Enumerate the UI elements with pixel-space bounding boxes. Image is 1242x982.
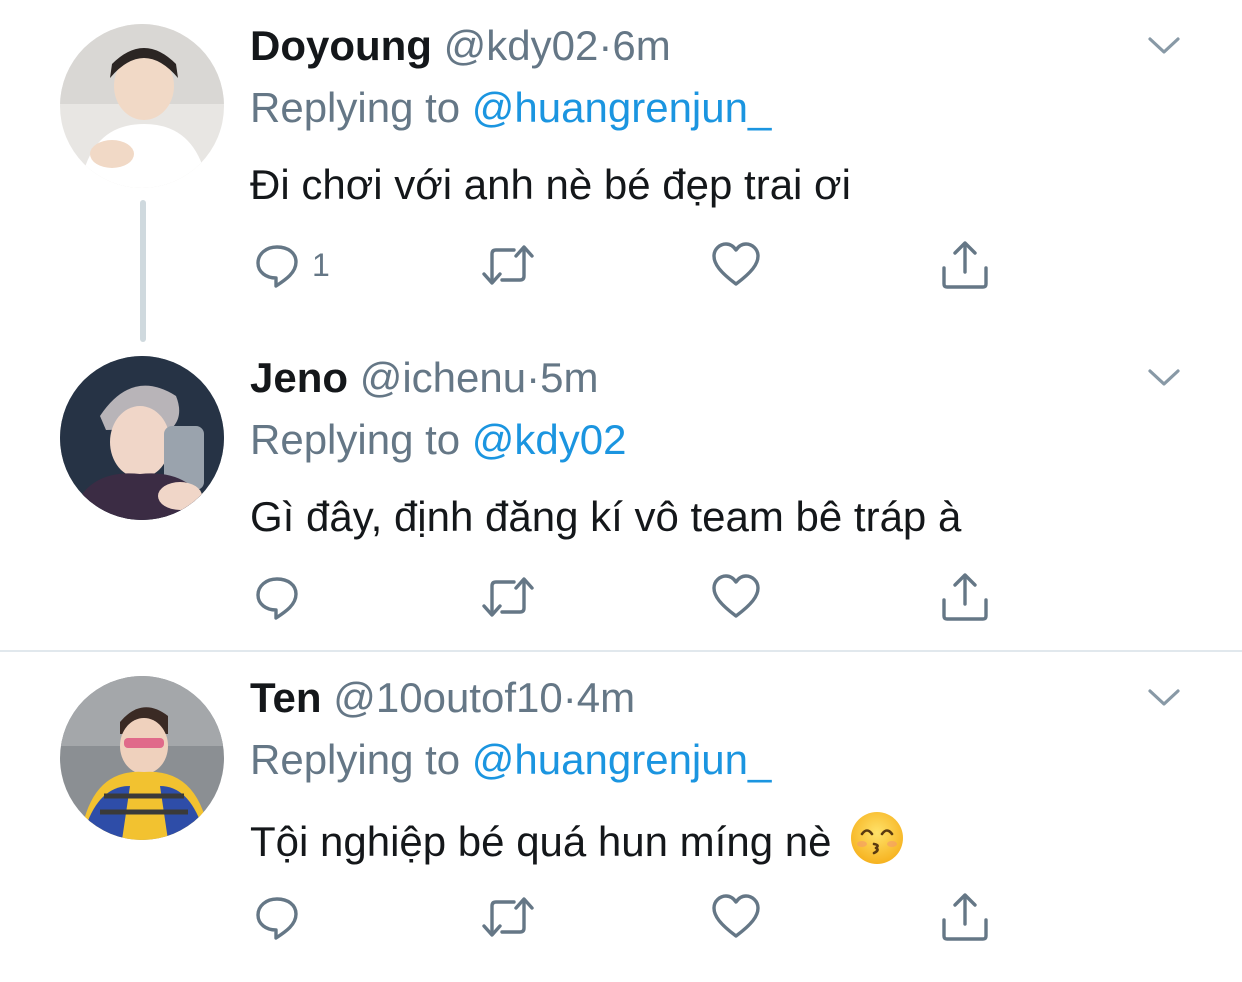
tweet[interactable]: Jeno @ichenu·5m Replying to @kdy02 Gì đâ… bbox=[0, 332, 1242, 650]
reply-icon bbox=[256, 577, 298, 620]
tweet-text: Tội nghiệp bé quá hun míng nè bbox=[250, 818, 832, 865]
like-button[interactable] bbox=[710, 570, 762, 624]
share-button[interactable] bbox=[938, 238, 992, 292]
username-handle[interactable]: @ichenu bbox=[360, 354, 526, 401]
timestamp[interactable]: 6m bbox=[612, 22, 670, 69]
tweet[interactable]: Ten @10outof10·4m Replying to @huangrenj… bbox=[0, 652, 1242, 982]
share-button[interactable] bbox=[938, 890, 992, 944]
replying-to-line: Replying to @huangrenjun_ bbox=[250, 734, 771, 786]
like-button[interactable] bbox=[710, 890, 762, 944]
tweet-header: Doyoung @kdy02·6m bbox=[250, 20, 671, 72]
tweet[interactable]: Doyoung @kdy02·6m Replying to @huangrenj… bbox=[0, 0, 1242, 330]
separator-dot: · bbox=[598, 22, 613, 69]
retweet-button[interactable] bbox=[480, 570, 536, 624]
tweet-header: Jeno @ichenu·5m bbox=[250, 352, 598, 404]
reply-icon bbox=[256, 897, 298, 940]
display-name[interactable]: Jeno bbox=[250, 354, 348, 401]
username-handle[interactable]: @10outof10 bbox=[333, 674, 562, 721]
replying-to-link[interactable]: @kdy02 bbox=[472, 416, 627, 463]
chevron-down-icon[interactable] bbox=[1144, 362, 1184, 392]
username-handle[interactable]: @kdy02 bbox=[444, 22, 599, 69]
replying-to-label: Replying to bbox=[250, 84, 461, 131]
avatar[interactable] bbox=[60, 676, 224, 840]
display-name[interactable]: Ten bbox=[250, 674, 322, 721]
kissing-face-emoji bbox=[851, 812, 904, 864]
replying-to-label: Replying to bbox=[250, 416, 461, 463]
tweet-text: Đi chơi với anh nè bé đẹp trai ơi bbox=[250, 161, 851, 208]
like-button[interactable] bbox=[710, 238, 762, 292]
reply-button[interactable] bbox=[252, 570, 312, 624]
chevron-down-icon[interactable] bbox=[1144, 682, 1184, 712]
replying-to-line: Replying to @kdy02 bbox=[250, 414, 627, 466]
replying-to-link[interactable]: @huangrenjun_ bbox=[472, 736, 772, 783]
reply-icon bbox=[256, 245, 298, 288]
separator-dot: · bbox=[526, 354, 541, 401]
display-name[interactable]: Doyoung bbox=[250, 22, 432, 69]
timestamp[interactable]: 5m bbox=[540, 354, 598, 401]
like-icon bbox=[712, 242, 760, 286]
replying-to-label: Replying to bbox=[250, 736, 461, 783]
replying-to-link[interactable]: @huangrenjun_ bbox=[472, 84, 772, 131]
retweet-icon bbox=[482, 577, 534, 617]
like-icon bbox=[712, 574, 760, 618]
retweet-button[interactable] bbox=[480, 238, 536, 292]
reply-button[interactable]: 1 bbox=[252, 238, 330, 292]
avatar[interactable] bbox=[60, 24, 224, 188]
reply-button[interactable] bbox=[252, 890, 312, 944]
like-icon bbox=[712, 894, 760, 938]
share-button[interactable] bbox=[938, 570, 992, 624]
tweet-body: Tội nghiệp bé quá hun míng nè bbox=[250, 810, 905, 869]
retweet-button[interactable] bbox=[480, 890, 536, 944]
avatar[interactable] bbox=[60, 356, 224, 520]
share-icon bbox=[942, 893, 988, 941]
timestamp[interactable]: 4m bbox=[577, 674, 635, 721]
tweet-text: Gì đây, định đăng kí vô team bê tráp à bbox=[250, 493, 962, 540]
retweet-icon bbox=[482, 245, 534, 285]
separator-dot: · bbox=[562, 674, 577, 721]
share-icon bbox=[942, 573, 988, 621]
reply-count: 1 bbox=[312, 246, 330, 283]
replying-to-line: Replying to @huangrenjun_ bbox=[250, 82, 771, 134]
tweet-header: Ten @10outof10·4m bbox=[250, 672, 635, 724]
share-icon bbox=[942, 241, 988, 289]
chevron-down-icon[interactable] bbox=[1144, 30, 1184, 60]
retweet-icon bbox=[482, 897, 534, 937]
